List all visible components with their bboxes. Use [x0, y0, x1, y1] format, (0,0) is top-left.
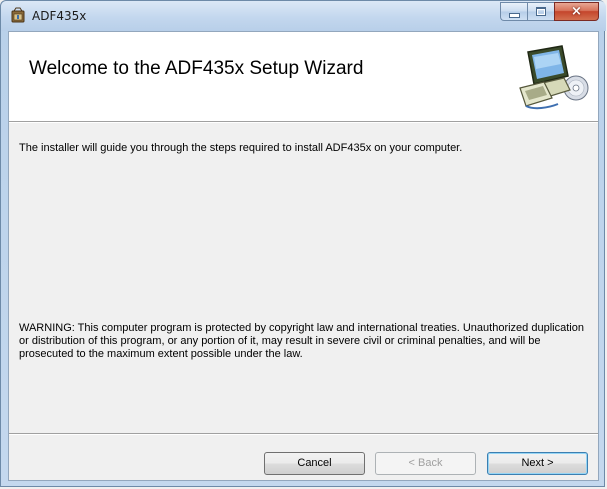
wizard-client-area: Welcome to the ADF435x Setup Wizard The … [8, 31, 599, 481]
caption-buttons: × [500, 2, 599, 21]
close-button[interactable]: × [554, 2, 599, 21]
window-title: ADF435x [32, 9, 87, 23]
computer-cd-icon [519, 45, 589, 110]
next-button[interactable]: Next > [487, 452, 588, 475]
minimize-button[interactable] [500, 2, 527, 21]
back-button[interactable]: < Back [375, 452, 476, 475]
title-bar[interactable]: ADF435x × [1, 1, 606, 31]
page-title: Welcome to the ADF435x Setup Wizard [29, 58, 364, 79]
copyright-warning: WARNING: This computer program is protec… [19, 322, 584, 360]
installer-icon [11, 7, 25, 23]
intro-text: The installer will guide you through the… [19, 142, 463, 154]
setup-window: ADF435x × Welcome to the ADF435x Setup W… [0, 0, 606, 487]
footer-divider [9, 433, 598, 435]
maximize-icon [536, 7, 546, 16]
maximize-button[interactable] [527, 2, 554, 21]
close-icon: × [571, 4, 582, 19]
wizard-banner: Welcome to the ADF435x Setup Wizard [9, 32, 598, 121]
cancel-button[interactable]: Cancel [264, 452, 365, 475]
minimize-icon [508, 12, 520, 18]
header-divider [9, 121, 598, 123]
